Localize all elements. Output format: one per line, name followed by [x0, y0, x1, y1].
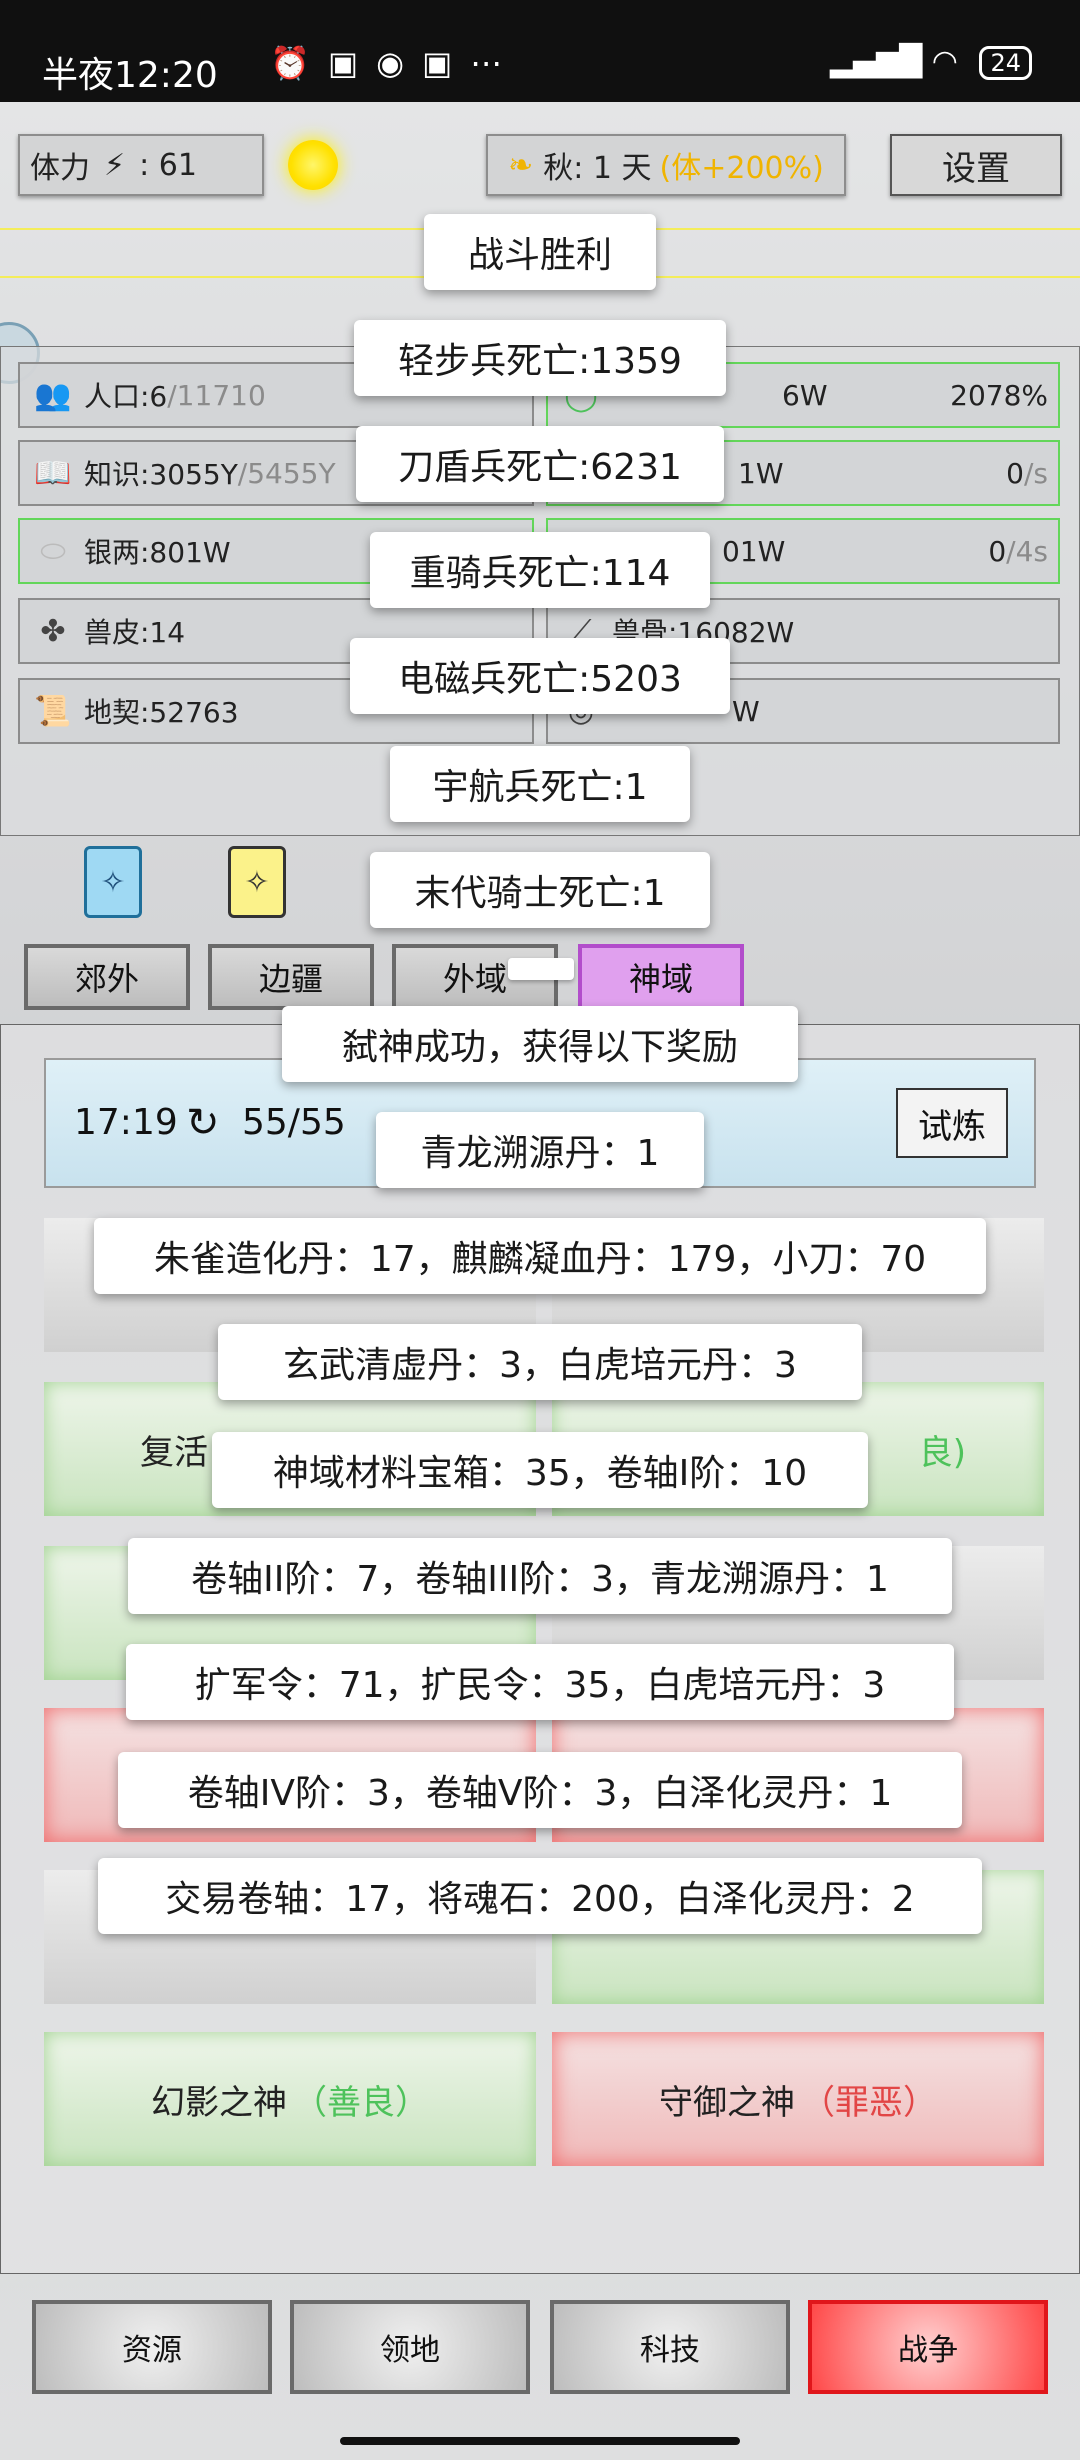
blue-card-icon[interactable]: ✧ [84, 846, 142, 918]
book-icon: 📖 [34, 455, 72, 491]
lightning-icon: ⚡ [104, 147, 126, 183]
toast-message: 扩军令：71，扩民令：35，白虎培元丹：3 [126, 1644, 954, 1720]
settings-label: 设置 [942, 148, 1010, 189]
more-icon: ⋯ [470, 44, 521, 82]
silver-ingot-icon: ⬭ [40, 533, 66, 569]
nav-technology[interactable]: 科技 [550, 2300, 790, 2394]
notification-icons: ⏰▣◉▣⋯ [270, 44, 520, 82]
scroll-indicator [508, 958, 574, 980]
toast-message: 神域材料宝箱：35，卷轴I阶：10 [212, 1432, 868, 1508]
refresh-icon[interactable]: ↻ [186, 1100, 220, 1146]
leaf-icon: ❧ [508, 147, 534, 183]
tab-outskirts[interactable]: 郊外 [24, 944, 190, 1010]
app-icon: ▣ [327, 44, 377, 82]
toast-message: 电磁兵死亡:5203 [350, 638, 730, 714]
alarm-icon: ⏰ [270, 44, 328, 82]
fur-icon: ✤ [40, 613, 66, 649]
signal-icon: ▂▄▆█ [829, 44, 923, 79]
attempt-count: 55/55 [242, 1102, 346, 1143]
toast-message: 重骑兵死亡:114 [370, 532, 710, 608]
stamina-label: 体力 [30, 151, 90, 186]
status-bar: 半夜12:20 ⏰▣◉▣⋯ ▂▄▆█ ◠ 24 [0, 0, 1080, 102]
tab-frontier[interactable]: 边疆 [208, 944, 374, 1010]
toast-message: 交易卷轴：17，将魂石：200，白泽化灵丹：2 [98, 1858, 982, 1934]
trial-button[interactable]: 试炼 [896, 1088, 1008, 1158]
system-icons: ▂▄▆█ ◠ 24 [830, 44, 1032, 80]
stamina-value: 61 [158, 147, 197, 183]
people-icon: 👥 [34, 377, 72, 413]
toast-message: 青龙溯源丹：1 [376, 1112, 704, 1188]
toast-message: 宇航兵死亡:1 [390, 746, 690, 822]
season-text: 秋: 1 天 [543, 151, 652, 186]
nav-territory[interactable]: 领地 [290, 2300, 530, 2394]
toast-message: 卷轴IV阶：3，卷轴V阶：3，白泽化灵丹：1 [118, 1752, 962, 1828]
nav-resources[interactable]: 资源 [32, 2300, 272, 2394]
stamina-box: 体力 ⚡ : 61 [18, 134, 264, 196]
settings-button[interactable]: 设置 [890, 134, 1062, 196]
season-bonus: (体+200%) [659, 151, 824, 186]
toast-message: 弑神成功，获得以下奖励 [282, 1006, 798, 1082]
nav-war[interactable]: 战争 [808, 2300, 1048, 2394]
gesture-bar [340, 2437, 740, 2445]
wifi-icon: ◠ [931, 44, 958, 79]
tab-divine-realm[interactable]: 神域 [578, 944, 744, 1010]
status-time: 半夜12:20 [42, 55, 218, 96]
battery-icon: 24 [979, 46, 1032, 80]
god-card-phantom[interactable]: 幻影之神 （善良） [44, 2032, 536, 2166]
yellow-card-icon[interactable]: ✧ [228, 846, 286, 918]
toast-message: 玄武清虚丹：3，白虎培元丹：3 [218, 1324, 862, 1400]
app-icon: ◉ [376, 44, 422, 82]
toast-message: 战斗胜利 [424, 214, 656, 290]
countdown-time: 17:19 [74, 1102, 178, 1143]
season-box: ❧ 秋: 1 天 (体+200%) [486, 134, 846, 196]
toast-message: 朱雀造化丹：17，麒麟凝血丹：179，小刀：70 [94, 1218, 986, 1294]
toast-message: 轻步兵死亡:1359 [354, 320, 726, 396]
scroll-icon: 📜 [34, 693, 72, 729]
god-card-guardian[interactable]: 守御之神 （罪恶） [552, 2032, 1044, 2166]
sun-icon [288, 140, 338, 190]
app-icon: ▣ [422, 44, 471, 82]
toast-message: 末代骑士死亡:1 [370, 852, 710, 928]
toast-message: 刀盾兵死亡:6231 [356, 426, 724, 502]
toast-message: 卷轴II阶：7，卷轴III阶：3，青龙溯源丹：1 [128, 1538, 952, 1614]
